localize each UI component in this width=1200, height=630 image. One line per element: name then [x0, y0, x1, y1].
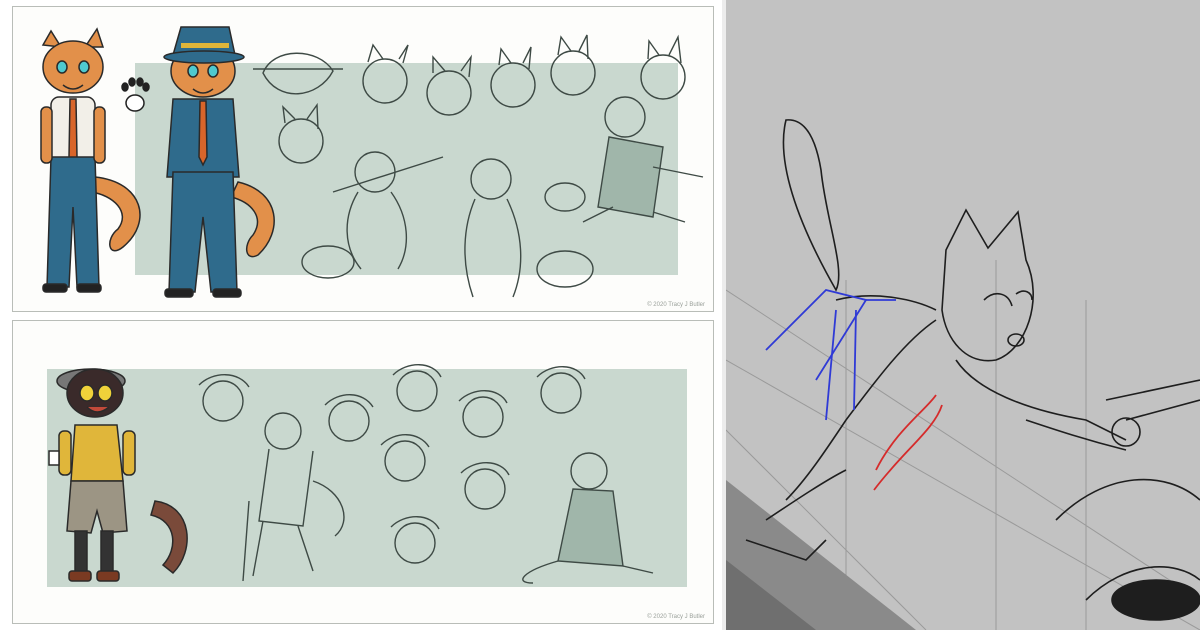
rough-sketch-drawing	[726, 119, 1200, 630]
girl-character-sheet: © 2020 Tracy J Butler	[12, 320, 714, 624]
copyright-credit: © 2020 Tracy J Butler	[647, 302, 705, 308]
blue-construction-strokes	[765, 289, 896, 421]
girl-sheet-illustration	[47, 364, 687, 587]
character-sheets-panel: © 2020 Tracy J Butler © 2020 Tracy J But…	[0, 0, 722, 630]
cat-character-vest	[40, 27, 141, 293]
cat-sheet-illustration	[40, 26, 704, 298]
copyright-credit: © 2020 Tracy J Butler	[647, 614, 705, 620]
cat-sketch-figure	[745, 119, 1200, 621]
cat-character-sheet: © 2020 Tracy J Butler	[12, 6, 714, 312]
rough-sketch-canvas	[726, 0, 1200, 630]
